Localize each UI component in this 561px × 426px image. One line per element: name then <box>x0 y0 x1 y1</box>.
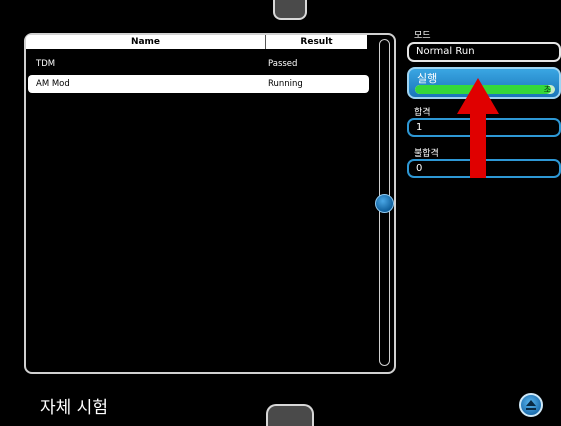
pass-label: 합격 <box>414 108 431 118</box>
row-result: Passed <box>268 59 298 69</box>
run-progress-text: 초 <box>543 85 551 94</box>
column-header-name[interactable]: Name <box>26 35 266 49</box>
row-name: AM Mod <box>36 79 70 89</box>
top-pull-tab[interactable] <box>273 0 307 20</box>
red-arrow-icon <box>457 78 499 178</box>
scroll-thumb-icon[interactable] <box>375 194 394 213</box>
table-header: Name Result <box>26 35 367 49</box>
table-row-selected[interactable]: AM Mod Running <box>28 75 369 93</box>
bottom-pull-tab[interactable] <box>266 404 314 426</box>
row-name: TDM <box>36 59 56 69</box>
table-row[interactable]: TDM Passed <box>28 55 369 73</box>
row-result: Running <box>268 79 303 89</box>
collapse-up-icon[interactable] <box>519 393 543 417</box>
mode-select[interactable]: Normal Run <box>407 42 561 62</box>
column-header-result[interactable]: Result <box>266 35 367 49</box>
fail-label: 불합격 <box>414 149 439 159</box>
mode-label: 모드 <box>414 31 431 41</box>
page-title: 자체 시험 <box>40 398 108 418</box>
run-label: 실행 <box>417 72 438 85</box>
